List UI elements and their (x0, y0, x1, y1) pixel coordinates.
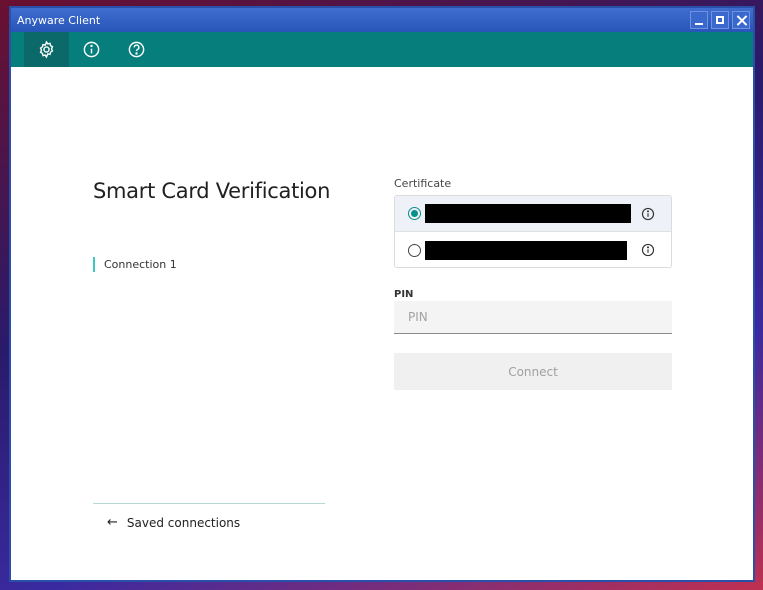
info-icon[interactable] (641, 207, 655, 221)
certificate-option[interactable] (395, 232, 671, 267)
info-icon[interactable] (641, 243, 655, 257)
pin-input[interactable] (394, 301, 672, 334)
close-button[interactable] (732, 11, 750, 29)
app-window: Anyware Client Smart Card Verification C… (9, 6, 755, 582)
saved-connections-link[interactable]: ← Saved connections (107, 515, 240, 530)
settings-button[interactable] (24, 32, 69, 67)
divider (93, 503, 325, 504)
title-bar[interactable]: Anyware Client (11, 8, 753, 32)
help-button[interactable] (114, 32, 159, 67)
radio-selected[interactable] (408, 207, 421, 220)
main-content: Smart Card Verification Connection 1 ← S… (11, 67, 753, 582)
redacted-certificate-name (425, 204, 631, 223)
gear-icon (39, 40, 54, 59)
connect-button[interactable]: Connect (394, 353, 672, 390)
about-button[interactable] (69, 32, 114, 67)
saved-connections-label: Saved connections (126, 515, 241, 530)
pin-label: PIN (394, 289, 414, 300)
certificate-option[interactable] (395, 196, 671, 232)
certificate-list (394, 195, 672, 268)
minimize-button[interactable] (690, 11, 708, 29)
radio-unselected[interactable] (408, 243, 421, 257)
page-title: Smart Card Verification (93, 179, 331, 203)
help-icon (128, 41, 145, 58)
toolbar (11, 32, 753, 67)
window-title: Anyware Client (17, 13, 101, 27)
connection-label: Connection 1 (93, 257, 177, 272)
certificate-label: Certificate (394, 177, 452, 190)
info-icon (83, 41, 100, 58)
arrow-left-icon: ← (107, 515, 118, 530)
maximize-button[interactable] (711, 11, 729, 29)
redacted-certificate-name (425, 240, 627, 260)
